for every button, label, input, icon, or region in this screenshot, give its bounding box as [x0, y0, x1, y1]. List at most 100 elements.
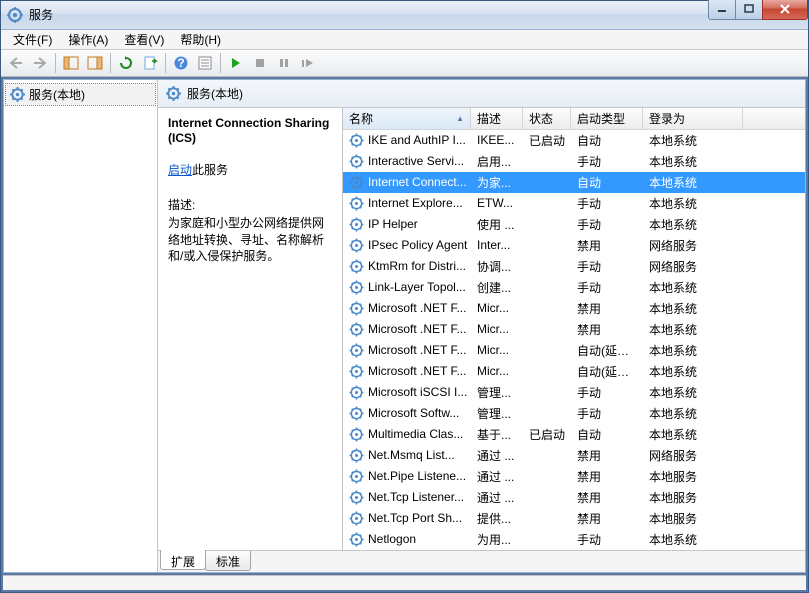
cell-log-on-as: 本地系统 [643, 132, 743, 149]
column-status[interactable]: 状态 [523, 108, 571, 129]
service-row[interactable]: Microsoft Softw...管理...手动本地系统 [343, 403, 805, 424]
cell-log-on-as: 本地系统 [643, 363, 743, 380]
cell-status: 已启动 [523, 132, 571, 149]
gear-icon [349, 133, 364, 148]
service-row[interactable]: Microsoft .NET F...Micr...禁用本地系统 [343, 319, 805, 340]
cell-description: 提供... [471, 510, 523, 527]
cell-log-on-as: 本地系统 [643, 321, 743, 338]
cell-log-on-as: 网络服务 [643, 237, 743, 254]
service-row[interactable]: Multimedia Clas...基于...已启动自动本地系统 [343, 424, 805, 445]
column-name[interactable]: 名称▲ [343, 108, 471, 129]
titlebar: 服务 [1, 1, 808, 30]
cell-log-on-as: 本地系统 [643, 279, 743, 296]
gear-icon [349, 469, 364, 484]
cell-log-on-as: 本地系统 [643, 384, 743, 401]
gear-icon [349, 259, 364, 274]
back-button[interactable] [5, 52, 27, 74]
cell-log-on-as: 本地系统 [643, 405, 743, 422]
tab-extended[interactable]: 扩展 [160, 550, 206, 570]
menu-file[interactable]: 文件(F) [5, 29, 60, 50]
cell-log-on-as: 本地系统 [643, 342, 743, 359]
cell-log-on-as: 本地服务 [643, 510, 743, 527]
tab-standard[interactable]: 标准 [205, 551, 251, 571]
window-title: 服务 [29, 6, 53, 23]
service-row[interactable]: Microsoft .NET F...Micr...自动(延迟...本地系统 [343, 340, 805, 361]
cell-startup-type: 禁用 [571, 447, 643, 464]
stop-service-button[interactable] [249, 52, 271, 74]
tree-pane: 服务(本地) [4, 80, 158, 572]
cell-description: 创建... [471, 279, 523, 296]
main-window: 服务 文件(F) 操作(A) 查看(V) 帮助(H) ? [0, 0, 809, 593]
service-row[interactable]: Net.Tcp Listener...通过 ...禁用本地服务 [343, 487, 805, 508]
content-header-title: 服务(本地) [187, 85, 243, 102]
cell-name: Internet Connect... [343, 175, 471, 190]
gear-icon [349, 427, 364, 442]
tree-node-services-local[interactable]: 服务(本地) [6, 84, 155, 105]
cell-startup-type: 禁用 [571, 300, 643, 317]
service-row[interactable]: Link-Layer Topol...创建...手动本地系统 [343, 277, 805, 298]
service-row[interactable]: KtmRm for Distri...协调...手动网络服务 [343, 256, 805, 277]
cell-description: 通过 ... [471, 447, 523, 464]
column-log-on-as[interactable]: 登录为 [643, 108, 743, 129]
service-row[interactable]: IPsec Policy AgentInter...禁用网络服务 [343, 235, 805, 256]
cell-log-on-as: 本地系统 [643, 216, 743, 233]
service-row[interactable]: IKE and AuthIP I...IKEE...已启动自动本地系统 [343, 130, 805, 151]
service-row[interactable]: Microsoft .NET F...Micr...自动(延迟...本地系统 [343, 361, 805, 382]
cell-log-on-as: 本地系统 [643, 195, 743, 212]
help-button[interactable]: ? [170, 52, 192, 74]
properties-button[interactable] [194, 52, 216, 74]
gear-icon [349, 280, 364, 295]
service-row[interactable]: Microsoft .NET F...Micr...禁用本地系统 [343, 298, 805, 319]
start-service-button[interactable] [225, 52, 247, 74]
detail-pane: Internet Connection Sharing (ICS) 启动此服务 … [158, 108, 343, 550]
pause-service-button[interactable] [273, 52, 295, 74]
cell-log-on-as: 网络服务 [643, 258, 743, 275]
column-startup-type[interactable]: 启动类型 [571, 108, 643, 129]
cell-description: 使用 ... [471, 216, 523, 233]
service-row[interactable]: Net.Tcp Port Sh...提供...禁用本地服务 [343, 508, 805, 529]
service-row[interactable]: Internet Explore...ETW...手动本地系统 [343, 193, 805, 214]
column-description[interactable]: 描述 [471, 108, 523, 129]
toolbar: ? [1, 50, 808, 77]
service-row[interactable]: Internet Connect...为家...自动本地系统 [343, 172, 805, 193]
gear-icon [349, 196, 364, 211]
view-tabs: 扩展 标准 [158, 550, 805, 572]
gear-icon [349, 154, 364, 169]
toolbar-separator [165, 53, 166, 73]
service-row[interactable]: Microsoft iSCSI I...管理...手动本地系统 [343, 382, 805, 403]
gear-icon [349, 301, 364, 316]
cell-startup-type: 自动 [571, 132, 643, 149]
close-button[interactable] [762, 0, 808, 20]
refresh-button[interactable] [115, 52, 137, 74]
service-row[interactable]: Netlogon为用...手动本地系统 [343, 529, 805, 550]
minimize-button[interactable] [708, 0, 736, 20]
menu-view[interactable]: 查看(V) [116, 29, 172, 50]
maximize-button[interactable] [735, 0, 763, 20]
gear-icon [349, 175, 364, 190]
cell-name: Microsoft .NET F... [343, 322, 471, 337]
service-row[interactable]: IP Helper使用 ...手动本地系统 [343, 214, 805, 235]
cell-description: 协调... [471, 258, 523, 275]
menu-action[interactable]: 操作(A) [60, 29, 116, 50]
export-button[interactable] [139, 52, 161, 74]
window-controls [709, 0, 808, 20]
cell-log-on-as: 本地系统 [643, 426, 743, 443]
restart-service-button[interactable] [297, 52, 319, 74]
show-hide-tree-button[interactable] [60, 52, 82, 74]
service-row[interactable]: Interactive Servi...启用...手动本地系统 [343, 151, 805, 172]
start-service-link[interactable]: 启动 [168, 163, 192, 177]
content-header: 服务(本地) [158, 80, 805, 108]
gear-icon [349, 448, 364, 463]
cell-name: Microsoft .NET F... [343, 343, 471, 358]
cell-description: 管理... [471, 384, 523, 401]
cell-startup-type: 禁用 [571, 321, 643, 338]
gear-icon [349, 490, 364, 505]
show-hide-action-button[interactable] [84, 52, 106, 74]
menu-help[interactable]: 帮助(H) [172, 29, 229, 50]
list-rows: IKE and AuthIP I...IKEE...已启动自动本地系统Inter… [343, 130, 805, 550]
gear-icon [349, 322, 364, 337]
forward-button[interactable] [29, 52, 51, 74]
cell-startup-type: 禁用 [571, 510, 643, 527]
service-row[interactable]: Net.Msmq List...通过 ...禁用网络服务 [343, 445, 805, 466]
service-row[interactable]: Net.Pipe Listene...通过 ...禁用本地服务 [343, 466, 805, 487]
